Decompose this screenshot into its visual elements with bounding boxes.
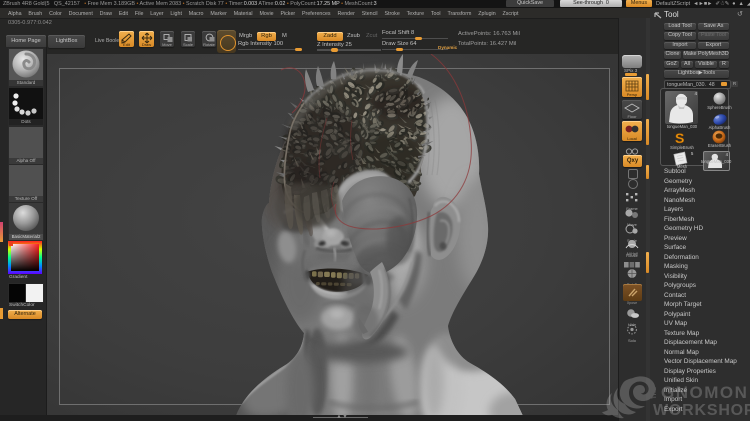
svg-text:GNOMON: GNOMON <box>661 383 748 402</box>
svg-text:WORKSHOP: WORKSHOP <box>653 402 750 419</box>
svg-text:S: S <box>675 131 684 145</box>
svg-text:THE: THE <box>652 387 658 399</box>
